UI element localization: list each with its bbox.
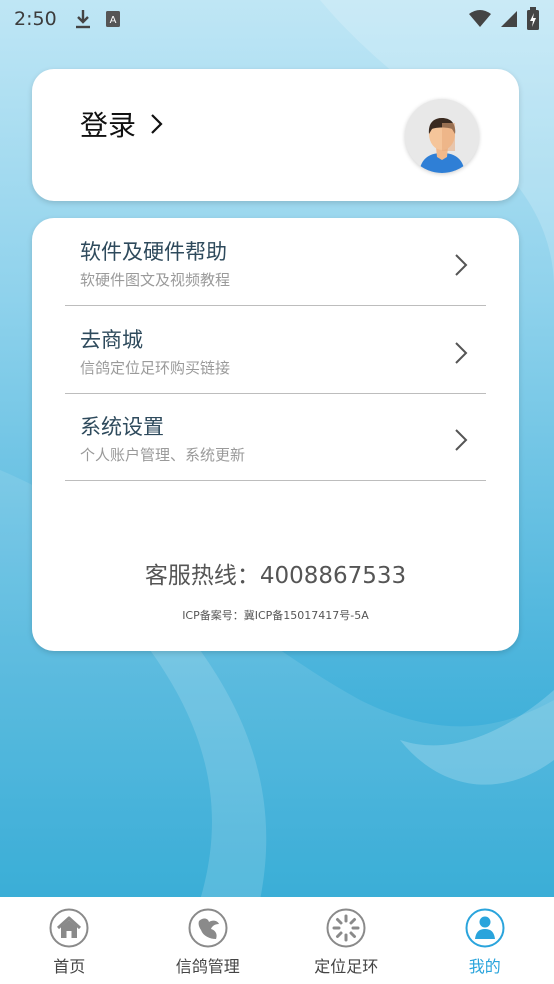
menu-item-subtitle: 信鸽定位足环购买链接 xyxy=(80,359,231,377)
home-icon xyxy=(49,908,89,948)
chevron-right-icon xyxy=(151,114,163,134)
signal-icon xyxy=(501,11,517,27)
login-card: 登录 xyxy=(32,69,519,201)
nav-label: 信鸽管理 xyxy=(175,957,240,976)
nav-label: 我的 xyxy=(468,957,501,976)
menu-card: 软件及硬件帮助 软硬件图文及视频教程 去商城 信鸽定位足环购买链接 系统设置 个… xyxy=(32,218,519,651)
menu-item-title: 系统设置 xyxy=(80,415,164,439)
nav-tab-pigeon-management[interactable]: 信鸽管理 xyxy=(139,897,278,984)
menu-item-subtitle: 软硬件图文及视频教程 xyxy=(80,271,231,289)
icp-record: ICP备案号：冀ICP备15017417号-5A xyxy=(182,609,369,622)
svg-text:A: A xyxy=(109,15,116,26)
nav-label: 首页 xyxy=(53,957,86,976)
person-icon xyxy=(465,908,505,948)
status-bar: 2:50 A xyxy=(0,0,554,38)
status-time: 2:50 xyxy=(14,8,57,30)
locator-ring-icon xyxy=(326,908,366,948)
avatar[interactable] xyxy=(405,99,479,173)
customer-hotline[interactable]: 客服热线：4008867533 xyxy=(32,556,519,590)
menu-item-help[interactable]: 软件及硬件帮助 软硬件图文及视频教程 xyxy=(65,218,486,306)
chevron-right-icon xyxy=(455,342,468,364)
pigeon-icon xyxy=(188,908,228,948)
login-button[interactable]: 登录 xyxy=(80,104,164,144)
chevron-right-icon xyxy=(455,254,468,276)
nav-tab-locator-ring[interactable]: 定位足环 xyxy=(277,897,416,984)
nav-tab-mine[interactable]: 我的 xyxy=(416,897,554,984)
menu-item-title: 去商城 xyxy=(80,328,143,352)
keyboard-a-icon: A xyxy=(105,11,120,27)
bottom-nav: 首页 信鸽管理 定位足环 我的 xyxy=(0,897,554,984)
download-icon xyxy=(75,10,90,29)
user-avatar-icon xyxy=(405,99,479,173)
wifi-icon xyxy=(469,10,491,27)
menu-item-shop[interactable]: 去商城 信鸽定位足环购买链接 xyxy=(65,306,486,394)
login-label: 登录 xyxy=(80,109,137,142)
menu-item-subtitle: 个人账户管理、系统更新 xyxy=(80,446,246,464)
menu-item-title: 软件及硬件帮助 xyxy=(80,240,227,264)
battery-charging-icon xyxy=(527,7,539,30)
nav-label: 定位足环 xyxy=(314,957,379,976)
chevron-right-icon xyxy=(455,429,468,451)
menu-item-settings[interactable]: 系统设置 个人账户管理、系统更新 xyxy=(65,393,486,481)
nav-tab-home[interactable]: 首页 xyxy=(0,897,139,984)
